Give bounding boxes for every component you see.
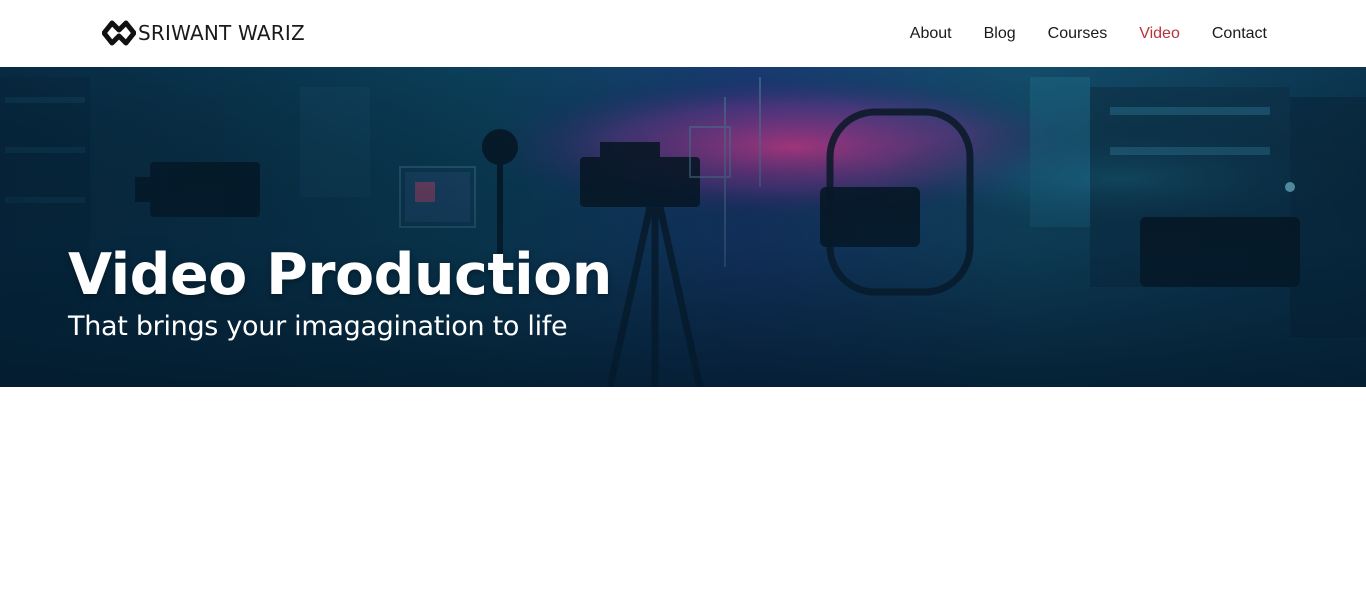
nav-link-video[interactable]: Video — [1139, 25, 1180, 43]
nav-link-courses[interactable]: Courses — [1048, 25, 1108, 43]
nav-link-blog[interactable]: Blog — [984, 25, 1016, 43]
brand-name: SRIWANT WARIZ — [138, 21, 305, 45]
brand-home-link[interactable]: SRIWANT WARIZ — [102, 18, 305, 48]
hero-subtitle: That brings your imagagination to life — [68, 311, 568, 342]
main-nav: About Blog Courses Video Contact — [878, 0, 1267, 67]
hero-title: Video Production — [68, 242, 612, 308]
hero-banner: Video Production That brings your imagag… — [0, 67, 1366, 387]
nav-link-about[interactable]: About — [910, 25, 952, 43]
sw-logo-icon — [102, 20, 136, 46]
page-content — [0, 387, 1366, 604]
site-header: SRIWANT WARIZ About Blog Courses Video C… — [0, 0, 1366, 67]
nav-link-contact[interactable]: Contact — [1212, 25, 1267, 43]
